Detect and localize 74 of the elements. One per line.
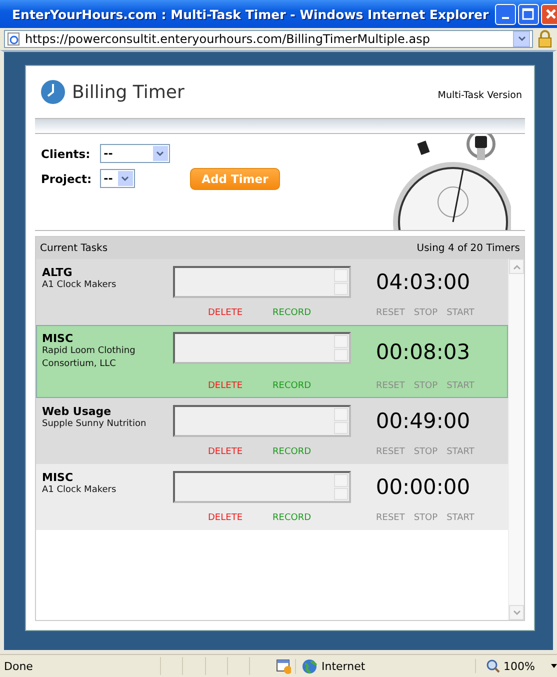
close-button[interactable]	[540, 4, 557, 24]
caret-icon	[551, 664, 557, 668]
zoom-icon	[486, 659, 500, 673]
lock-icon	[537, 30, 553, 48]
page-title: Billing Timer	[72, 82, 186, 102]
client-name: Supple Sunny Nutrition	[42, 418, 148, 432]
record-link[interactable]: RECORD	[272, 381, 312, 392]
dropdown-field[interactable]: --	[100, 169, 135, 188]
notes-field[interactable]	[173, 405, 351, 438]
timer-usage: Using 4 of 20 Timers	[416, 242, 520, 254]
timer-control-link[interactable]: STOP	[414, 308, 438, 318]
task-name: MISC	[42, 471, 74, 484]
task-row[interactable]: MISC A1 Clock Makers 00:00:00 DELETE RECORD RESET STOP START	[36, 464, 508, 530]
minimize-button[interactable]	[494, 4, 516, 24]
timer-control-link[interactable]: START	[446, 308, 474, 318]
caret-icon	[518, 36, 526, 42]
delete-link[interactable]: DELETE	[208, 381, 243, 392]
zone-label: Internet	[321, 660, 366, 672]
timer-control-link[interactable]: RESET	[376, 308, 405, 318]
notes-field[interactable]	[173, 332, 351, 364]
field-label: Project:	[41, 172, 92, 186]
record-link[interactable]: RECORD	[272, 447, 312, 458]
delete-link[interactable]: DELETE	[208, 513, 243, 524]
delete-link[interactable]: DELETE	[208, 447, 243, 458]
timer-control-link[interactable]: STOP	[414, 513, 438, 524]
timer-control-link[interactable]: STOP	[414, 447, 438, 458]
dropdown-button[interactable]	[513, 31, 530, 47]
task-row[interactable]: MISC Rapid Loom Clothing Consortium, LLC 00:08:03 DELETE RECORD RESET STOP START	[36, 325, 508, 398]
zoom-control[interactable]: 100%	[474, 659, 557, 673]
task-row[interactable]: ALTG A1 Clock Makers 04:03:00 DELETE RECORD RESET STOP START	[36, 259, 508, 325]
maximize-button[interactable]	[518, 4, 539, 24]
page-icon	[7, 32, 21, 46]
scroll-up-icon	[512, 264, 520, 270]
address-field[interactable]: https://powerconsultit.enteryourhours.com/BillingTimerMultiple.asp	[4, 30, 533, 48]
timer-control-link[interactable]: START	[446, 381, 474, 392]
window-title: EnterYourHours.com : Multi-Task Timer - Windows Internet Explorer	[12, 6, 489, 22]
clock-icon	[40, 79, 66, 105]
popup-warning-icon	[276, 658, 292, 674]
timer-control-link[interactable]: START	[446, 513, 474, 524]
field-label: Clients:	[41, 146, 92, 160]
record-link[interactable]: RECORD	[272, 513, 312, 524]
caret-icon	[121, 176, 130, 182]
task-name: Web Usage	[42, 405, 112, 418]
client-name: A1 Clock Makers	[42, 484, 118, 498]
version-label: Multi-Task Version	[438, 90, 522, 101]
client-name: A1 Clock Makers	[42, 279, 118, 292]
maximize-icon	[522, 8, 534, 20]
timer-control-link[interactable]: STOP	[414, 381, 438, 392]
timer-display: 00:49:00	[374, 409, 472, 434]
caret-icon	[156, 150, 164, 156]
client-name: Rapid Loom Clothing Consortium, LLC	[42, 345, 136, 372]
task-row[interactable]: Web Usage Supple Sunny Nutrition 00:49:00 DELETE RECORD RESET STOP START	[36, 398, 508, 464]
scrollbar[interactable]	[508, 259, 524, 620]
globe-icon	[302, 658, 318, 674]
notes-field[interactable]	[173, 266, 351, 298]
notes-field[interactable]	[173, 471, 351, 504]
add-timer-button[interactable]: Add Timer	[190, 168, 280, 190]
task-name: ALTG	[42, 266, 74, 279]
status-text: Done	[3, 660, 34, 672]
close-icon	[545, 8, 557, 20]
minimize-icon	[502, 17, 509, 19]
delete-link[interactable]: DELETE	[208, 308, 243, 318]
scroll-down-icon	[512, 610, 520, 616]
task-name: MISC	[42, 332, 74, 345]
timer-display: 00:00:00	[374, 475, 472, 500]
dropdown-field[interactable]: --	[100, 144, 170, 163]
timer-control-link[interactable]: RESET	[376, 447, 405, 458]
timer-display: 04:03:00	[374, 270, 472, 294]
section-title: Current Tasks	[40, 242, 108, 254]
timer-display: 00:08:03	[374, 340, 472, 364]
timer-control-link[interactable]: START	[446, 447, 474, 458]
record-link[interactable]: RECORD	[272, 308, 312, 318]
timer-control-link[interactable]: RESET	[376, 513, 405, 524]
timer-control-link[interactable]: RESET	[376, 381, 405, 392]
